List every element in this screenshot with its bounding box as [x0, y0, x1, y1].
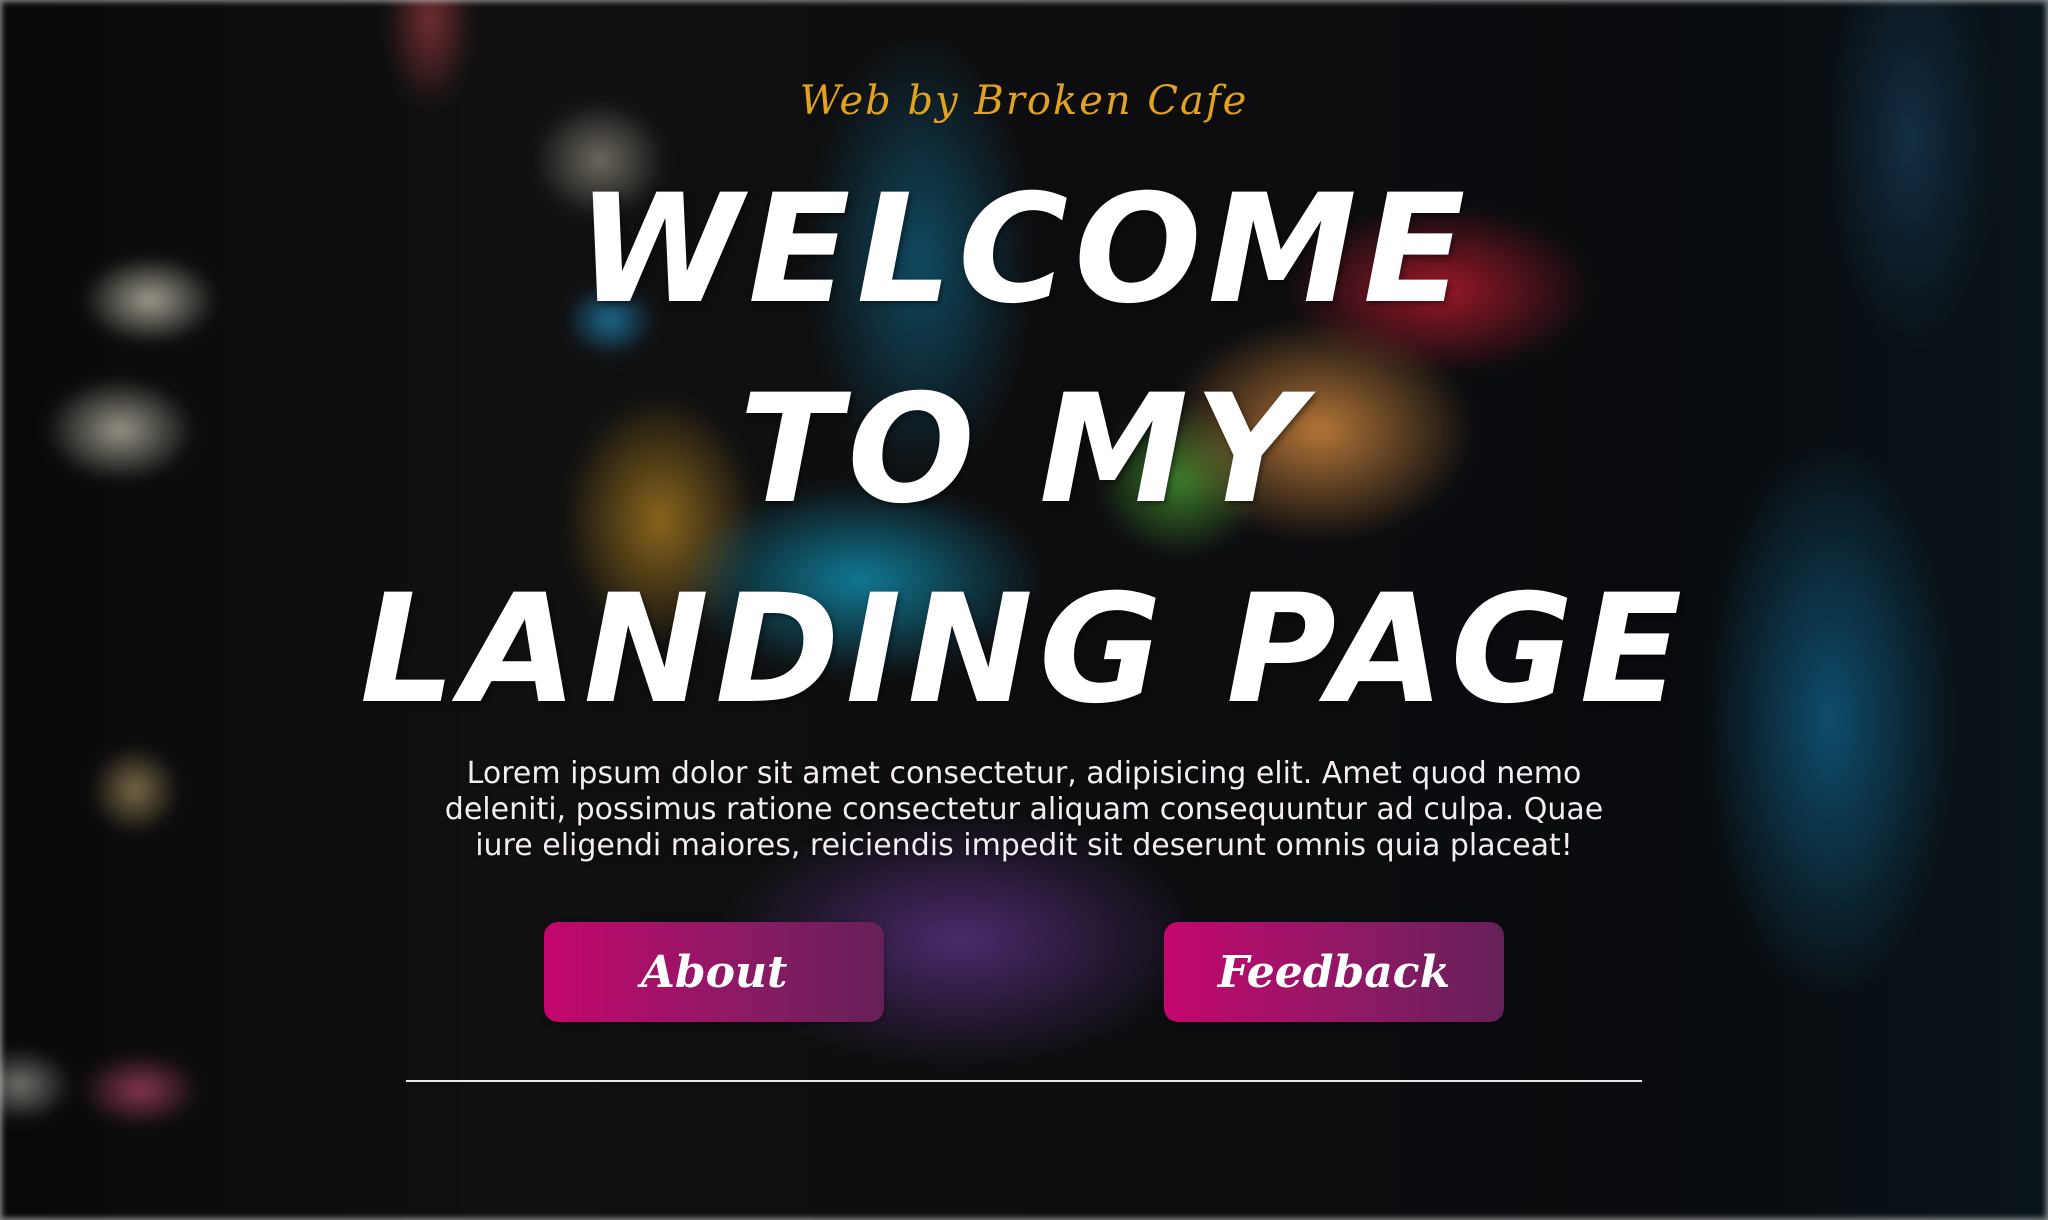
headline-line: to my	[739, 363, 1309, 537]
hero-section: Web by Broken Cafe Welcome to my landing…	[0, 0, 2048, 1220]
hero-description: Lorem ipsum dolor sit amet consectetur, …	[444, 756, 1604, 863]
brand-logo-text: Web by Broken Cafe	[799, 78, 1249, 124]
hero-headline: Welcome to my landing page	[0, 150, 2048, 750]
headline-line: Welcome	[576, 163, 1472, 337]
headline-line: landing page	[359, 563, 1689, 737]
landing-page: Web by Broken Cafe Welcome to my landing…	[0, 0, 2048, 1220]
about-button[interactable]: About	[544, 922, 884, 1022]
divider-line	[406, 1080, 1642, 1082]
feedback-button[interactable]: Feedback	[1164, 922, 1504, 1022]
